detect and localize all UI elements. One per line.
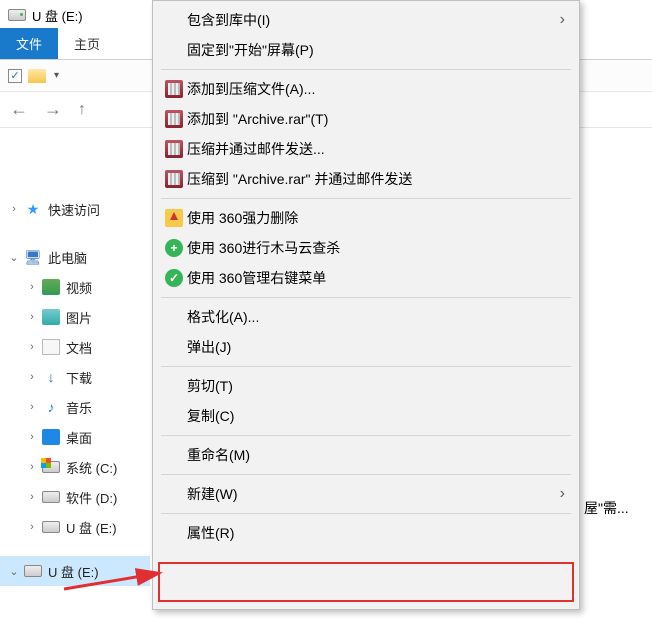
tree-label: 桌面 [66,428,92,447]
usb-drive-icon [24,563,42,579]
separator [161,297,571,298]
tree-label: 快速访问 [48,200,100,219]
separator [161,435,571,436]
pictures-icon [42,309,60,325]
tree-label: 音乐 [66,398,92,417]
rar-icon [161,110,187,128]
menu-cut[interactable]: 剪切(T) [153,371,579,401]
rar-icon [161,140,187,158]
explosion-icon [161,209,187,227]
chevron-down-icon[interactable]: ⌄ [8,251,20,264]
up-button[interactable]: ↑ [78,101,86,119]
chevron-right-icon[interactable]: › [26,491,38,503]
chevron-right-icon[interactable]: › [26,461,38,473]
tree-pictures[interactable]: › 图片 [0,302,150,332]
gear-icon: ✓ [161,269,187,287]
tree-system-c[interactable]: › 系统 (C:) [0,452,150,482]
back-button[interactable]: ← [10,99,28,120]
tree-quick-access[interactable]: › ★ 快速访问 [0,194,150,224]
menu-compress-archive-email[interactable]: 压缩到 "Archive.rar" 并通过邮件发送 [153,164,579,194]
chevron-right-icon[interactable]: › [26,281,38,293]
tree-usb-e-root[interactable]: ⌄ U 盘 (E:) [0,556,150,586]
tree-music[interactable]: › ♪ 音乐 [0,392,150,422]
tree-label: U 盘 (E:) [66,518,117,537]
menu-360-force-delete[interactable]: 使用 360强力删除 [153,203,579,233]
separator [161,366,571,367]
music-icon: ♪ [42,399,60,415]
menu-add-archive-rar[interactable]: 添加到 "Archive.rar"(T) [153,104,579,134]
separator [161,69,571,70]
desktop-icon [42,429,60,445]
menu-copy[interactable]: 复制(C) [153,401,579,431]
tree-label: 视频 [66,278,92,297]
separator [161,474,571,475]
tree-label: 系统 (C:) [66,458,117,477]
tree-label: 文档 [66,338,92,357]
chevron-right-icon[interactable]: › [26,311,38,323]
tree-label: 此电脑 [48,248,87,267]
tree-usb-e[interactable]: › U 盘 (E:) [0,512,150,542]
select-all-checkbox[interactable]: ✓ [8,69,22,83]
menu-360-manage[interactable]: ✓ 使用 360管理右键菜单 [153,263,579,293]
tree-documents[interactable]: › 文档 [0,332,150,362]
context-menu: 包含到库中(I) › 固定到"开始"屏幕(P) 添加到压缩文件(A)... 添加… [152,0,580,610]
chevron-right-icon: › [560,11,565,29]
chevron-right-icon[interactable]: › [26,371,38,383]
tree-label: 图片 [66,308,92,327]
rar-icon [161,170,187,188]
tree-label: U 盘 (E:) [48,562,99,581]
chevron-right-icon: › [560,485,565,503]
menu-format[interactable]: 格式化(A)... [153,302,579,332]
separator [161,198,571,199]
chevron-right-icon[interactable]: › [26,341,38,353]
videos-icon [42,279,60,295]
window-title: U 盘 (E:) [32,6,83,25]
tree-this-pc[interactable]: ⌄ 🖥 此电脑 [0,242,150,272]
downloads-icon: ↓ [42,369,60,385]
menu-new[interactable]: 新建(W) › [153,479,579,509]
tree-label: 下载 [66,368,92,387]
tab-home[interactable]: 主页 [58,28,116,59]
star-icon: ★ [24,201,42,217]
menu-rename[interactable]: 重命名(M) [153,440,579,470]
menu-compress-email[interactable]: 压缩并通过邮件发送... [153,134,579,164]
menu-add-archive[interactable]: 添加到压缩文件(A)... [153,74,579,104]
background-text: 屋"需... [584,498,629,518]
tree-videos[interactable]: › 视频 [0,272,150,302]
tree-desktop[interactable]: › 桌面 [0,422,150,452]
menu-properties[interactable]: 属性(R) [153,518,579,548]
shield-icon: + [161,239,187,257]
nav-tree: › ★ 快速访问 ⌄ 🖥 此电脑 › 视频 › 图片 › 文档 › ↓ 下载 ›… [0,128,150,626]
pc-icon: 🖥 [24,249,42,265]
tab-file[interactable]: 文件 [0,28,58,59]
menu-360-trojan-scan[interactable]: + 使用 360进行木马云查杀 [153,233,579,263]
documents-icon [42,339,60,355]
usb-drive-icon [42,519,60,535]
chevron-right-icon[interactable]: › [26,521,38,533]
view-dropdown-icon[interactable]: ▾ [54,70,59,81]
menu-pin-start[interactable]: 固定到"开始"屏幕(P) [153,35,579,65]
chevron-down-icon[interactable]: ⌄ [8,565,20,578]
chevron-right-icon[interactable]: › [26,401,38,413]
tree-downloads[interactable]: › ↓ 下载 [0,362,150,392]
drive-icon [42,459,60,475]
forward-button[interactable]: → [44,99,62,120]
menu-include-library[interactable]: 包含到库中(I) › [153,5,579,35]
chevron-right-icon[interactable]: › [8,203,20,215]
menu-eject[interactable]: 弹出(J) [153,332,579,362]
drive-icon [42,489,60,505]
separator [161,513,571,514]
usb-drive-icon [8,9,26,21]
rar-icon [161,80,187,98]
tree-label: 软件 (D:) [66,488,117,507]
chevron-right-icon[interactable]: › [26,431,38,443]
folder-icon [28,69,46,83]
tree-software-d[interactable]: › 软件 (D:) [0,482,150,512]
